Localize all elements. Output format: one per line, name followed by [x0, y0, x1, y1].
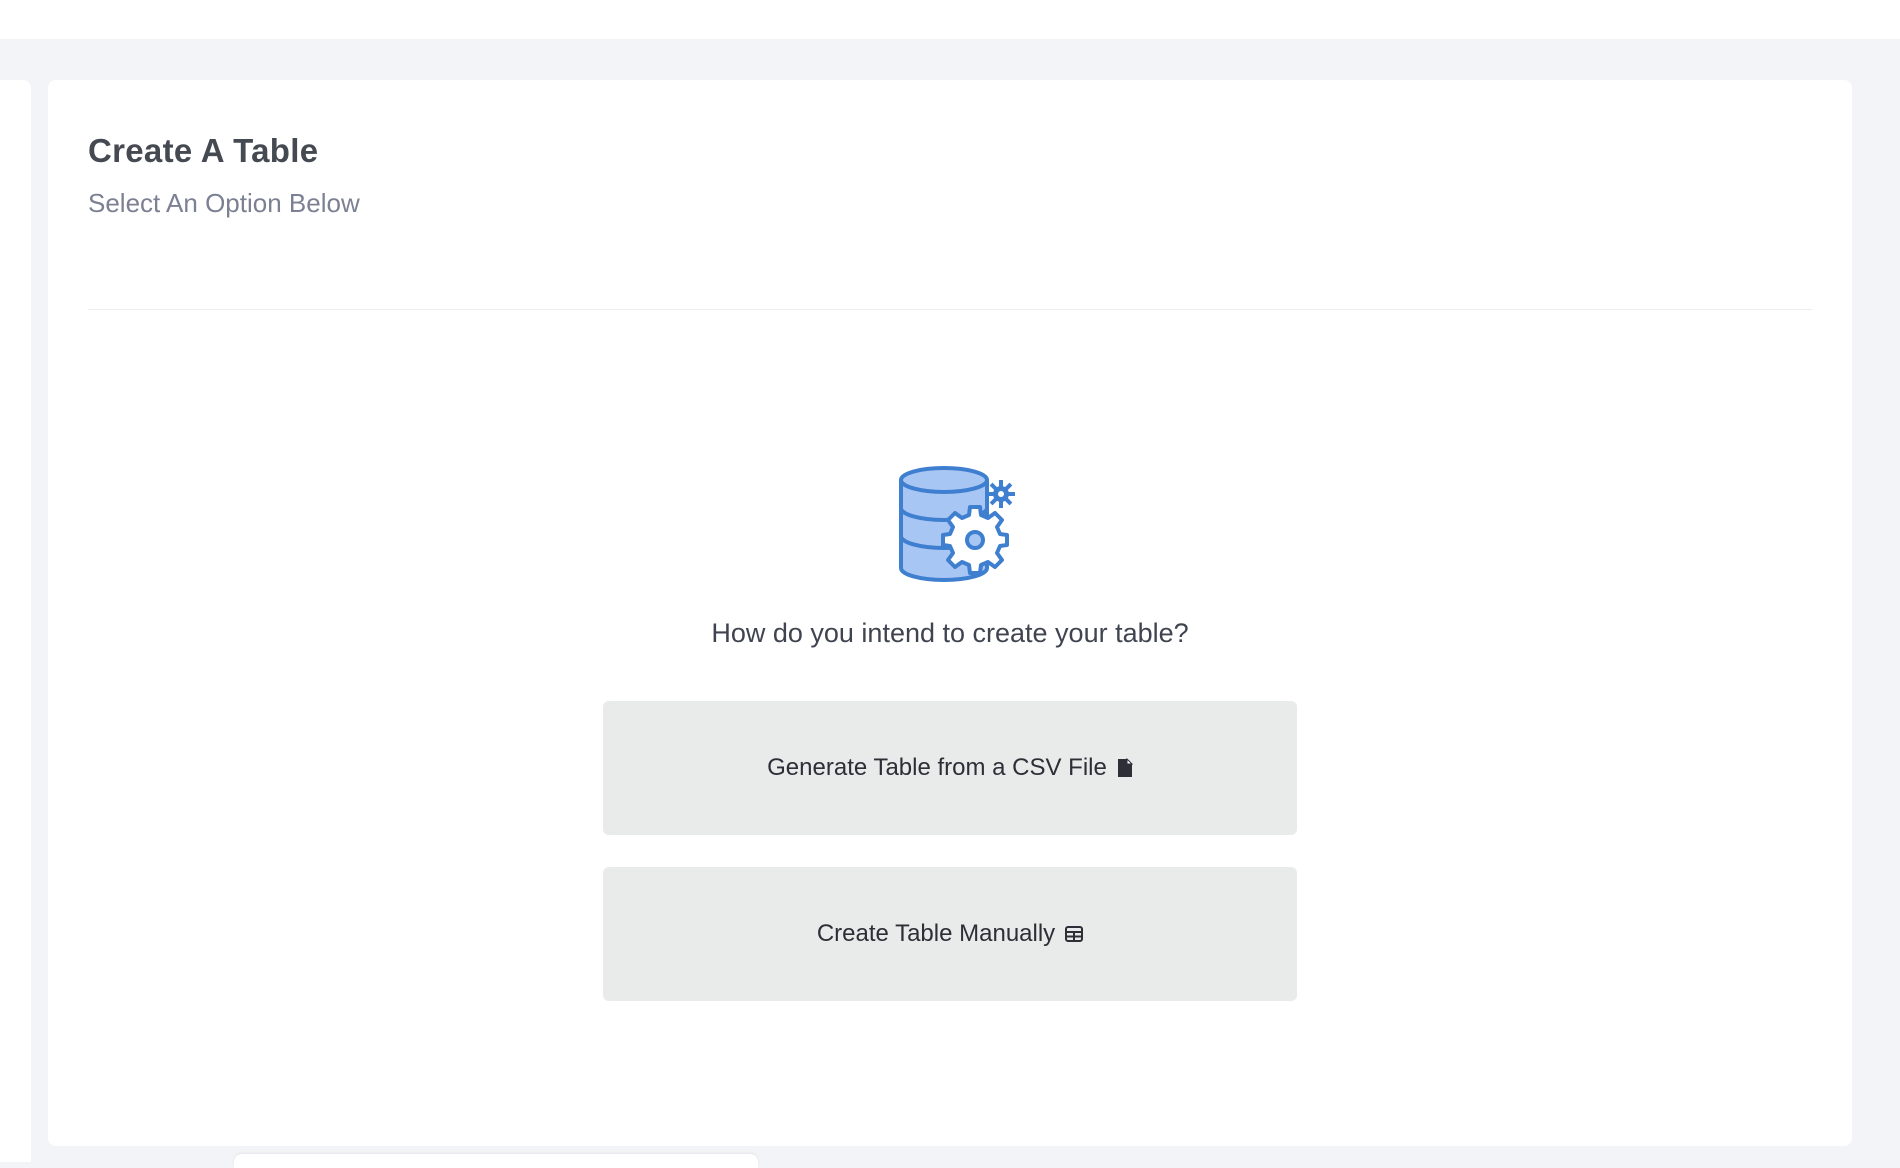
create-table-card: Create A Table Select An Option Below Ho… [48, 80, 1852, 1146]
top-bar [0, 0, 1900, 39]
sidebar-panel-edge [0, 80, 31, 1162]
bottom-panel-tab [234, 1154, 758, 1168]
page-subtitle: Select An Option Below [88, 188, 360, 218]
prompt-text: How do you intend to create your table? [711, 618, 1189, 648]
divider [88, 309, 1812, 310]
option-panel: How do you intend to create your table? … [48, 460, 1852, 1001]
generate-from-csv-button[interactable]: Generate Table from a CSV File [603, 701, 1297, 835]
generate-from-csv-label: Generate Table from a CSV File [767, 754, 1107, 781]
create-table-manually-button[interactable]: Create Table Manually [603, 867, 1297, 1001]
table-icon [1065, 926, 1084, 942]
create-table-manually-label: Create Table Manually [816, 920, 1056, 947]
page-title: Create A Table [88, 132, 319, 169]
database-gear-icon [899, 466, 1015, 582]
card-header: Create A Table Select An Option Below [88, 132, 360, 219]
file-icon [1117, 758, 1133, 778]
